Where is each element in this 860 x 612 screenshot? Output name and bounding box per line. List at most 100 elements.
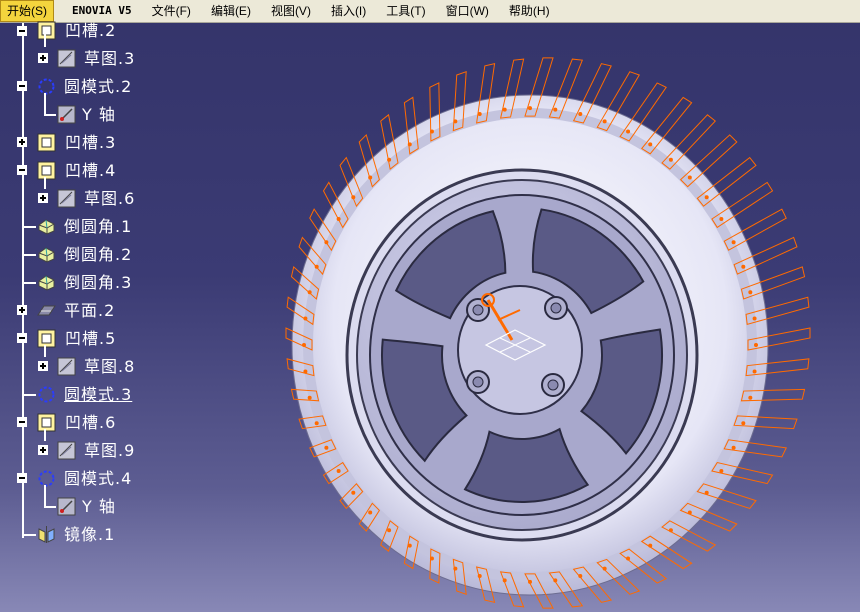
expand-icon[interactable] [17,137,27,147]
collapse-icon[interactable] [17,165,27,175]
tread-marker [741,264,746,269]
sketch-icon [57,441,76,460]
menu-enovia[interactable]: ENOVIA V5 [62,0,142,22]
tread-marker [553,107,558,112]
tread-marker [752,316,757,321]
pocket-icon [37,133,56,152]
menu-tools[interactable]: 工具(T) [376,0,435,22]
tree-branch-line [44,485,46,507]
tread-marker [602,119,607,124]
tread-marker [351,490,356,495]
tread-marker [668,528,673,533]
lug-bolt-hole [547,379,559,391]
tree-node-label: 圆模式.4 [64,469,133,488]
menu-help[interactable]: 帮助(H) [499,0,560,22]
tread-marker [704,195,709,200]
tread-marker [626,129,631,134]
tree-node-label: 草图.6 [84,189,136,208]
tree-trunk-line [22,23,24,538]
tread-marker [314,264,319,269]
pocket-icon [37,161,56,180]
menu-file[interactable]: 文件(F) [142,0,201,22]
fillet-icon [38,219,55,235]
tree-node-label: Y 轴 [82,497,116,516]
tread-marker [429,556,434,561]
tread-marker [648,543,653,548]
tree-node-label: 草图.3 [84,49,136,68]
tread-marker [704,490,709,495]
tread-marker [602,566,607,571]
sketch-icon [57,189,76,208]
tree-branch-line [22,394,36,396]
tree-branch-line [44,114,56,116]
tread-marker [477,573,482,578]
menu-window[interactable]: 窗口(W) [436,0,499,22]
tree-node-label: 圆模式.3 [64,385,133,404]
collapse-icon[interactable] [17,417,27,427]
expand-icon[interactable] [38,53,48,63]
wheel [285,57,811,609]
tree-node-label: 凹槽.2 [65,21,117,40]
tree-node-label: 倒圆角.1 [64,217,133,236]
tree-branch-line [44,506,56,508]
tree-node-label: 倒圆角.3 [64,273,133,292]
collapse-icon[interactable] [17,333,27,343]
tread-marker [648,142,653,147]
circular-pattern-icon [38,470,55,487]
tree-branch-line [44,93,46,115]
tree-branch-line [22,226,36,228]
axis-icon [57,497,76,516]
tree-node-label: 圆模式.2 [64,77,133,96]
lug-bolt-hole [472,304,484,316]
tree-node-label: 凹槽.4 [65,161,117,180]
expand-icon[interactable] [38,193,48,203]
tread-marker [477,112,482,117]
collapse-icon[interactable] [17,473,27,483]
tread-marker [668,157,673,162]
tread-marker [324,445,329,450]
tread-marker [368,175,373,180]
collapse-icon[interactable] [17,81,27,91]
tread-marker [324,240,329,245]
tread-marker [748,395,753,400]
tread-marker [731,445,736,450]
tread-marker [687,510,692,515]
tread-marker [528,579,532,584]
tread-marker [502,107,507,112]
lug-bolt-hole [550,302,562,314]
tread-marker [578,112,583,117]
collapse-icon[interactable] [17,26,27,36]
tree-node-label: 平面.2 [64,301,116,320]
menu-insert[interactable]: 插入(I) [321,0,376,22]
tread-marker [429,129,434,134]
3d-viewport[interactable]: 开始(S) ENOVIA V5 文件(F) 编辑(E) 视图(V) 插入(I) … [0,0,860,612]
sketch-icon [57,357,76,376]
fillet-icon [38,247,55,263]
tread-marker [719,469,724,474]
tread-marker [719,216,724,221]
specification-tree: 凹槽.2 草图.3 圆模式.2 Y 轴 凹槽.3 凹槽.4 草图.6 倒圆角.1… [0,21,160,583]
tread-marker [502,578,507,583]
expand-icon[interactable] [38,445,48,455]
tree-branch-line [44,177,46,189]
tread-marker [754,343,758,347]
expand-icon[interactable] [17,305,27,315]
menu-edit[interactable]: 编辑(E) [201,0,261,22]
tread-marker [387,157,392,162]
pocket-icon [37,21,56,40]
expand-icon[interactable] [38,361,48,371]
tree-branch-line [22,534,36,536]
tread-marker [303,369,308,374]
tread-marker [453,119,458,124]
pocket-icon [37,413,56,432]
axis-icon [57,105,76,124]
pocket-icon [37,329,56,348]
tread-marker [336,469,341,474]
tread-marker [407,142,412,147]
tread-marker [578,573,583,578]
menu-start[interactable]: 开始(S) [0,0,54,22]
tree-node-label: 凹槽.5 [65,329,117,348]
menu-view[interactable]: 视图(V) [261,0,321,22]
tree-node-label: 草图.8 [84,357,136,376]
tread-marker [453,566,458,571]
